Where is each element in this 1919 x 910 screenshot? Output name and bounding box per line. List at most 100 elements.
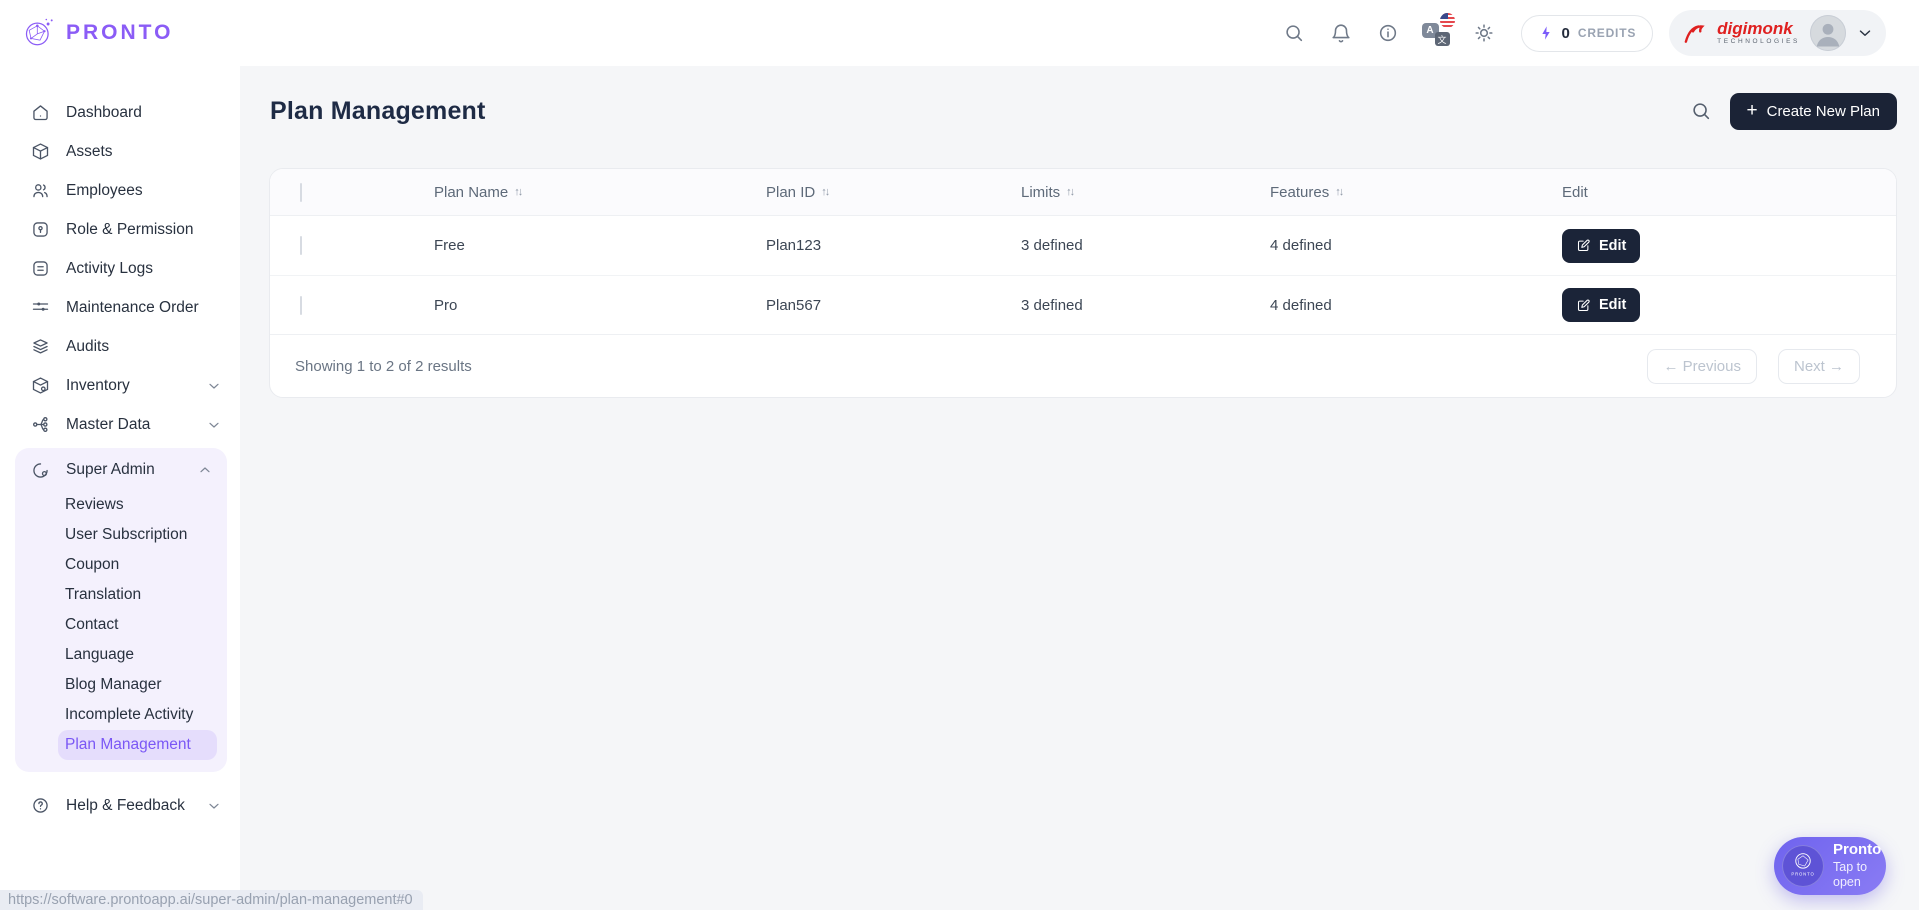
row-checkbox[interactable] — [300, 236, 302, 255]
sort-icon[interactable]: ↑↓ — [1066, 186, 1073, 198]
help-circle-icon — [30, 795, 51, 816]
topbar-actions: A 文 0 CREDITS digimonk — [1281, 10, 1886, 56]
sidebar-item-label: Assets — [66, 143, 113, 161]
layers-icon — [30, 336, 51, 357]
sidebar-subitem-translation[interactable]: Translation — [58, 580, 217, 610]
edit-pencil-icon — [1576, 298, 1591, 313]
sidebar-item-activity-logs[interactable]: Activity Logs — [0, 249, 240, 288]
sort-icon[interactable]: ↑↓ — [514, 186, 521, 198]
subitem-label: Translation — [65, 586, 141, 604]
sidebar-item-master-data[interactable]: Master Data — [0, 405, 240, 444]
sidebar-subitem-coupon[interactable]: Coupon — [58, 550, 217, 580]
log-file-icon — [30, 258, 51, 279]
create-new-plan-button[interactable]: + Create New Plan — [1730, 93, 1898, 130]
sidebar-subitem-blog-manager[interactable]: Blog Manager — [58, 670, 217, 700]
widget-subtitle: Tap to open — [1833, 860, 1886, 891]
sidebar-subitem-language[interactable]: Language — [58, 640, 217, 670]
edit-button-label: Edit — [1599, 297, 1626, 313]
sidebar-subitem-contact[interactable]: Contact — [58, 610, 217, 640]
inventory-box-icon — [30, 375, 51, 396]
sort-icon[interactable]: ↑↓ — [821, 186, 828, 198]
language-translate-icon[interactable]: A 文 — [1422, 20, 1450, 46]
subitem-label: User Subscription — [65, 526, 187, 544]
sidebar-item-inventory[interactable]: Inventory — [0, 366, 240, 405]
theme-sun-icon[interactable] — [1471, 20, 1497, 46]
cell-features: 4 defined — [1270, 237, 1562, 254]
pronto-globe-icon — [22, 14, 58, 52]
sidebar: Dashboard Assets Employees Role & Permis… — [0, 66, 240, 910]
widget-title: Pronto — [1833, 841, 1886, 860]
sidebar-item-label: Super Admin — [66, 461, 155, 479]
sidebar-item-label: Audits — [66, 338, 109, 356]
app-logo[interactable]: PRONTO — [0, 14, 240, 52]
table-row: Free Plan123 3 defined 4 defined Edit — [270, 216, 1896, 275]
us-flag-icon — [1440, 13, 1455, 28]
logo-wordmark: PRONTO — [66, 21, 173, 45]
table-row: Pro Plan567 3 defined 4 defined Edit — [270, 275, 1896, 334]
column-header-plan-name[interactable]: Plan Name — [434, 184, 508, 201]
subitem-label: Contact — [65, 616, 118, 634]
sidebar-item-label: Activity Logs — [66, 260, 153, 278]
sidebar-item-label: Help & Feedback — [66, 797, 185, 815]
edit-button-label: Edit — [1599, 238, 1626, 254]
results-summary: Showing 1 to 2 of 2 results — [295, 358, 472, 375]
notifications-bell-icon[interactable] — [1328, 20, 1354, 46]
pronto-mini-logo-icon: PRONTO — [1782, 845, 1824, 887]
cell-features: 4 defined — [1270, 297, 1562, 314]
sidebar-item-label: Role & Permission — [66, 221, 194, 239]
link-preview-status-bar: https://software.prontoapp.ai/super-admi… — [0, 890, 423, 910]
info-icon[interactable] — [1375, 20, 1401, 46]
sliders-icon — [30, 297, 51, 318]
row-checkbox[interactable] — [300, 296, 302, 315]
sidebar-subitem-plan-management[interactable]: Plan Management — [58, 730, 217, 760]
subitem-label: Coupon — [65, 556, 119, 574]
chevron-down-icon[interactable] — [1856, 24, 1874, 42]
table-search-icon[interactable] — [1690, 100, 1712, 122]
previous-page-button[interactable]: ← Previous — [1647, 349, 1757, 384]
brand-text: digimonk TECHNOLOGIES — [1717, 20, 1800, 46]
sidebar-item-label: Maintenance Order — [66, 299, 199, 317]
cell-plan-name: Free — [434, 237, 766, 254]
credits-pill[interactable]: 0 CREDITS — [1521, 15, 1654, 52]
plus-icon: + — [1747, 101, 1758, 120]
sort-icon[interactable]: ↑↓ — [1335, 186, 1342, 198]
sidebar-item-super-admin[interactable]: Super Admin — [15, 450, 227, 490]
brand-name: digimonk — [1717, 20, 1800, 37]
create-button-label: Create New Plan — [1767, 103, 1880, 120]
select-all-checkbox[interactable] — [300, 183, 302, 202]
digimonk-logo-icon — [1681, 20, 1707, 46]
column-header-limits[interactable]: Limits — [1021, 184, 1060, 201]
user-avatar[interactable] — [1810, 15, 1846, 51]
pronto-assistant-widget[interactable]: PRONTO Pronto Tap to open — [1774, 837, 1886, 895]
bolt-icon — [1538, 25, 1554, 41]
sidebar-item-audits[interactable]: Audits — [0, 327, 240, 366]
sidebar-item-role-permission[interactable]: Role & Permission — [0, 210, 240, 249]
sidebar-subitem-reviews[interactable]: Reviews — [58, 490, 217, 520]
column-header-features[interactable]: Features — [1270, 184, 1329, 201]
sidebar-item-help-feedback[interactable]: Help & Feedback — [0, 786, 240, 825]
edit-button[interactable]: Edit — [1562, 229, 1640, 263]
account-menu[interactable]: digimonk TECHNOLOGIES — [1669, 10, 1886, 56]
network-icon — [30, 414, 51, 435]
cell-limits: 3 defined — [1021, 237, 1270, 254]
sidebar-item-assets[interactable]: Assets — [0, 132, 240, 171]
column-header-edit: Edit — [1562, 184, 1588, 201]
subitem-label: Incomplete Activity — [65, 706, 193, 724]
sidebar-item-maintenance-order[interactable]: Maintenance Order — [0, 288, 240, 327]
subitem-label: Reviews — [65, 496, 124, 514]
sidebar-item-label: Employees — [66, 182, 143, 200]
svg-text:PRONTO: PRONTO — [1791, 871, 1814, 876]
sidebar-subitem-incomplete-activity[interactable]: Incomplete Activity — [58, 700, 217, 730]
sidebar-item-employees[interactable]: Employees — [0, 171, 240, 210]
search-icon[interactable] — [1281, 20, 1307, 46]
cell-plan-name: Pro — [434, 297, 766, 314]
sidebar-item-dashboard[interactable]: Dashboard — [0, 93, 240, 132]
sidebar-subitem-user-subscription[interactable]: User Subscription — [58, 520, 217, 550]
credits-label: CREDITS — [1578, 26, 1636, 40]
column-header-plan-id[interactable]: Plan ID — [766, 184, 815, 201]
edit-button[interactable]: Edit — [1562, 288, 1640, 322]
subitem-label: Blog Manager — [65, 676, 162, 694]
subitem-label: Plan Management — [65, 736, 191, 754]
next-page-button[interactable]: Next → — [1778, 349, 1860, 384]
cell-plan-id: Plan123 — [766, 237, 1021, 254]
